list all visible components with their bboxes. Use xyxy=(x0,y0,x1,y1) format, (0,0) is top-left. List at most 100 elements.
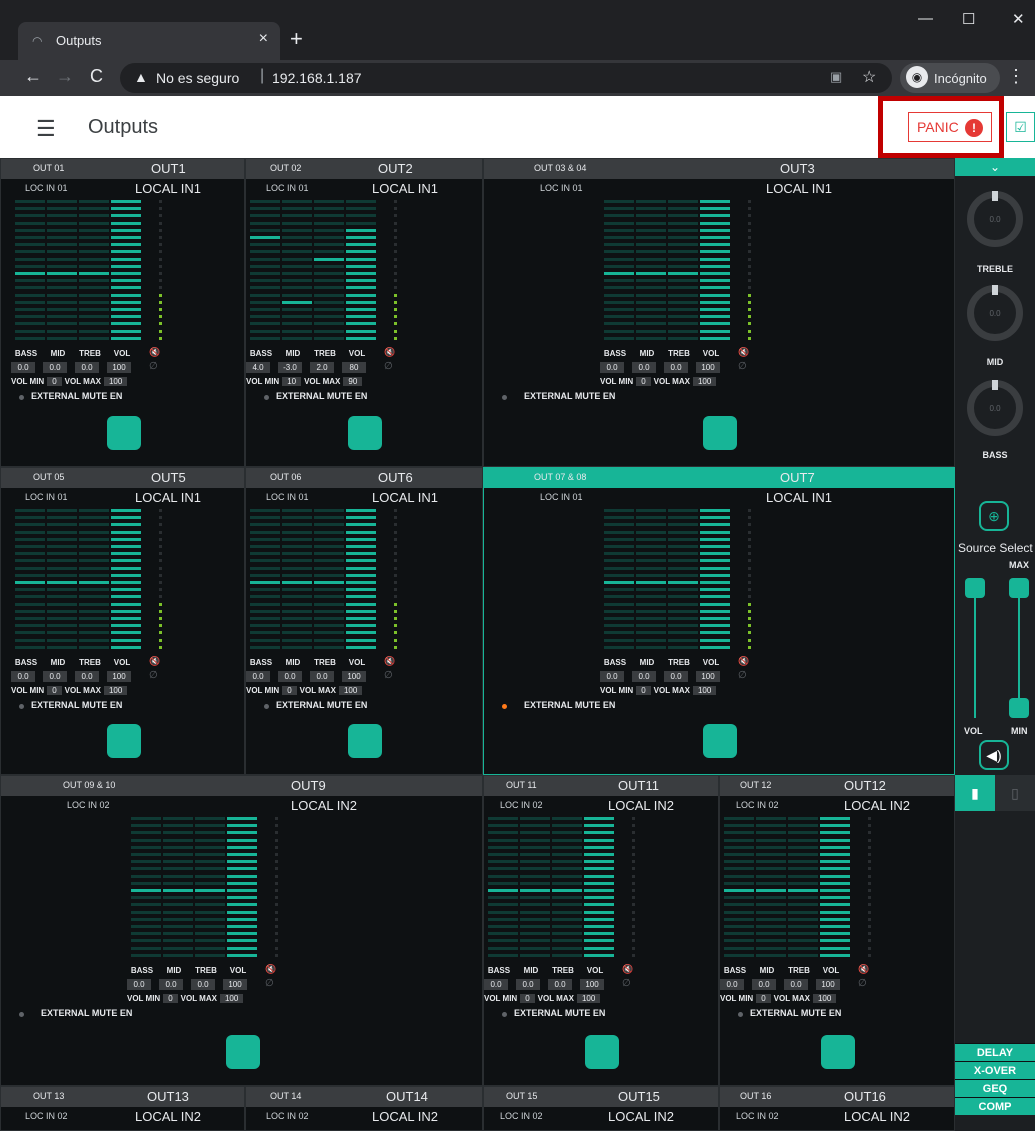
bass-value[interactable]: 0.0 xyxy=(484,979,508,990)
speaker-muted-icon[interactable]: 🔇 xyxy=(149,347,160,358)
forward-arrow-icon[interactable]: → xyxy=(56,66,74,87)
phase-invert-icon[interactable]: ∅ xyxy=(738,670,747,681)
phase-invert-icon[interactable]: ∅ xyxy=(265,978,274,989)
treb-value[interactable]: 0.0 xyxy=(664,362,688,373)
treble-knob[interactable]: 0.0 xyxy=(967,191,1023,247)
geq-button[interactable]: GEQ xyxy=(955,1079,1035,1097)
phase-invert-icon[interactable]: ∅ xyxy=(858,978,867,989)
new-tab-button[interactable]: + xyxy=(290,26,303,52)
output-card-header[interactable]: OUT 14 OUT14 xyxy=(246,1087,482,1107)
mid-value[interactable]: 0.0 xyxy=(43,362,67,373)
output-card[interactable]: OUT 09 & 10 OUT9 LOC IN 02 LOCAL IN2 BASS MID… xyxy=(0,775,483,1086)
output-card[interactable]: OUT 06 OUT6 LOC IN 01 LOCAL IN1 BASS MID TREB V… xyxy=(245,467,483,775)
phase-invert-icon[interactable]: ∅ xyxy=(384,361,393,372)
treb-value[interactable]: 0.0 xyxy=(548,979,572,990)
output-card[interactable]: OUT 11 OUT11 LOC IN 02 LOCAL IN2 BASS MID TREB… xyxy=(483,775,719,1086)
bass-value[interactable]: 0.0 xyxy=(11,362,35,373)
back-arrow-icon[interactable]: ← xyxy=(24,66,42,87)
speaker-muted-icon[interactable]: 🔇 xyxy=(384,347,395,358)
output-card-header[interactable]: OUT 11 OUT11 xyxy=(484,776,718,796)
hamburger-menu-icon[interactable]: ☰ xyxy=(36,116,56,142)
mid-knob[interactable]: 0.0 xyxy=(967,285,1023,341)
output-action-button[interactable] xyxy=(703,724,737,758)
vol-min-value[interactable]: 0 xyxy=(282,686,297,695)
external-mute-indicator[interactable] xyxy=(264,704,269,709)
phase-invert-icon[interactable]: ∅ xyxy=(149,361,158,372)
output-card-header[interactable]: OUT 16 OUT16 xyxy=(720,1087,954,1107)
mid-value[interactable]: 0.0 xyxy=(516,979,540,990)
vol-max-value[interactable]: 100 xyxy=(812,994,837,1003)
external-mute-indicator[interactable] xyxy=(738,1012,743,1017)
output-action-button[interactable] xyxy=(226,1035,260,1069)
speaker-muted-icon[interactable]: 🔇 xyxy=(149,656,160,667)
phase-invert-icon[interactable]: ∅ xyxy=(622,978,631,989)
external-mute-indicator[interactable] xyxy=(19,395,24,400)
reload-icon[interactable]: C xyxy=(90,66,103,87)
phase-invert-icon[interactable]: ∅ xyxy=(149,670,158,681)
mid-value[interactable]: 0.0 xyxy=(752,979,776,990)
not-secure-label[interactable]: No es seguro xyxy=(156,70,239,86)
vol-max-value[interactable]: 100 xyxy=(219,994,244,1003)
output-action-button[interactable] xyxy=(348,416,382,450)
mid-value[interactable]: 0.0 xyxy=(43,671,67,682)
vol-max-value[interactable]: 100 xyxy=(692,686,717,695)
vol-value[interactable]: 100 xyxy=(107,671,131,682)
xover-button[interactable]: X-OVER xyxy=(955,1061,1035,1079)
output-card-header[interactable]: OUT 07 & 08 OUT7 xyxy=(484,468,954,488)
vol-value[interactable]: 100 xyxy=(580,979,604,990)
speaker-muted-icon[interactable]: 🔇 xyxy=(265,964,276,975)
vol-max-value[interactable]: 100 xyxy=(338,686,363,695)
paste-icon[interactable]: ▯ xyxy=(995,775,1035,811)
mid-value[interactable]: 0.0 xyxy=(159,979,183,990)
output-card[interactable]: OUT 14 OUT14 LOC IN 02 LOCAL IN2 xyxy=(245,1086,483,1131)
treb-value[interactable]: 0.0 xyxy=(191,979,215,990)
treb-value[interactable]: 0.0 xyxy=(310,671,334,682)
output-card-header[interactable]: OUT 01 OUT1 xyxy=(1,159,244,179)
bass-knob[interactable]: 0.0 xyxy=(967,380,1023,436)
output-card[interactable]: OUT 05 OUT5 LOC IN 01 LOCAL IN1 BASS MID TREB V… xyxy=(0,467,245,775)
output-card-header[interactable]: OUT 03 & 04 OUT3 xyxy=(484,159,954,179)
output-card-header[interactable]: OUT 15 OUT15 xyxy=(484,1087,718,1107)
output-action-button[interactable] xyxy=(348,724,382,758)
treb-value[interactable]: 0.0 xyxy=(784,979,808,990)
output-card[interactable]: OUT 16 OUT16 LOC IN 02 LOCAL IN2 xyxy=(719,1086,955,1131)
vol-min-value[interactable]: 0 xyxy=(756,994,771,1003)
vol-slider-track[interactable] xyxy=(974,578,976,718)
vol-min-value[interactable]: 0 xyxy=(636,686,651,695)
external-mute-indicator[interactable] xyxy=(502,1012,507,1017)
treb-value[interactable]: 0.0 xyxy=(664,671,688,682)
output-card[interactable]: OUT 01 OUT1 LOC IN 01 LOCAL IN1 BASS MID TREB V… xyxy=(0,158,245,467)
mid-value[interactable]: 0.0 xyxy=(278,671,302,682)
vol-value[interactable]: 100 xyxy=(342,671,366,682)
vol-min-value[interactable]: 10 xyxy=(282,377,302,386)
speaker-muted-icon[interactable]: 🔇 xyxy=(738,656,749,667)
vol-slider-thumb[interactable] xyxy=(965,578,985,598)
external-mute-indicator[interactable] xyxy=(19,1012,24,1017)
output-card[interactable]: OUT 13 OUT13 LOC IN 02 LOCAL IN2 xyxy=(0,1086,245,1131)
collapse-chevron-icon[interactable]: ⌄ xyxy=(955,158,1035,176)
bass-value[interactable]: 0.0 xyxy=(600,671,624,682)
output-action-button[interactable] xyxy=(107,724,141,758)
mid-value[interactable]: -3.0 xyxy=(278,362,302,373)
output-card-header[interactable]: OUT 12 OUT12 xyxy=(720,776,954,796)
output-card-header[interactable]: OUT 06 OUT6 xyxy=(246,468,482,488)
external-mute-indicator[interactable] xyxy=(502,704,507,709)
treb-value[interactable]: 0.0 xyxy=(75,362,99,373)
panic-button[interactable]: PANIC ! xyxy=(908,112,992,142)
vol-max-value[interactable]: 100 xyxy=(103,686,128,695)
output-action-button[interactable] xyxy=(821,1035,855,1069)
delay-button[interactable]: DELAY xyxy=(955,1043,1035,1061)
browser-menu-icon[interactable]: ⋮ xyxy=(1007,66,1025,87)
vol-value[interactable]: 100 xyxy=(696,671,720,682)
bass-value[interactable]: 0.0 xyxy=(246,671,270,682)
speaker-mute-icon[interactable]: ◀) xyxy=(979,740,1009,770)
vol-value[interactable]: 100 xyxy=(696,362,720,373)
vol-value[interactable]: 100 xyxy=(223,979,247,990)
speaker-muted-icon[interactable]: 🔇 xyxy=(738,347,749,358)
phase-invert-icon[interactable]: ∅ xyxy=(738,361,747,372)
vol-min-value[interactable]: 0 xyxy=(163,994,178,1003)
copy-icon[interactable]: ▮ xyxy=(955,775,995,811)
vol-min-value[interactable]: 0 xyxy=(47,377,62,386)
bass-value[interactable]: 0.0 xyxy=(600,362,624,373)
omnibox[interactable]: ▲ No es seguro | 192.168.1.187 ▣ ☆ xyxy=(120,63,892,93)
